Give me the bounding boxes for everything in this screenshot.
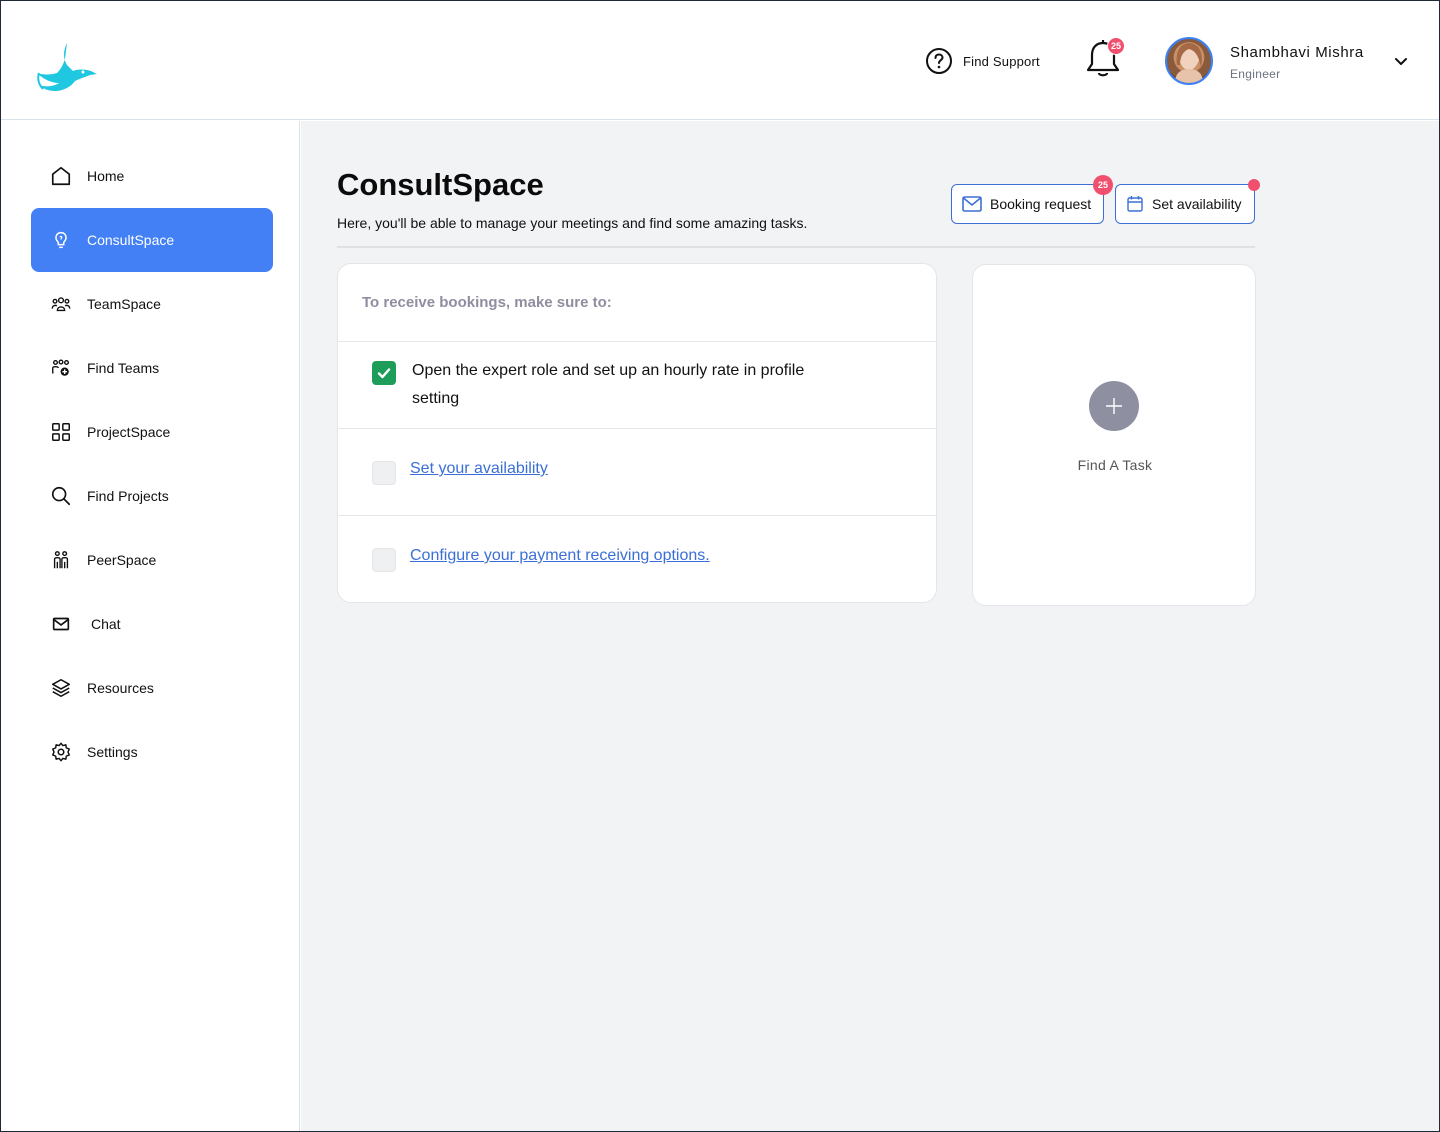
page-title: ConsultSpace <box>337 167 544 202</box>
check-icon <box>377 368 391 379</box>
grid-icon <box>49 420 73 444</box>
checkbox-unchecked[interactable] <box>372 548 396 572</box>
sidebar-item-label: Chat <box>91 616 121 632</box>
sidebar-item-find-teams[interactable]: Find Teams <box>31 336 273 400</box>
sidebar-item-chat[interactable]: Chat <box>31 592 273 656</box>
sidebar-item-teamspace[interactable]: TeamSpace <box>31 272 273 336</box>
avatar <box>1165 37 1213 85</box>
booking-request-button[interactable]: Booking request 25 <box>951 175 1113 224</box>
home-icon <box>49 164 73 188</box>
app-window: Find Support 25 Shambhavi Mishra Enginee… <box>0 0 1440 1132</box>
checklist-item: Configure your payment receiving options… <box>338 516 936 602</box>
sidebar-item-peerspace[interactable]: PeerSpace <box>31 528 273 592</box>
mail-icon <box>962 196 982 212</box>
sidebar: Home ConsultSpace TeamSpace Find Teams P <box>1 121 300 1131</box>
plus-icon <box>1106 398 1122 414</box>
notifications-button[interactable]: 25 <box>1085 37 1125 79</box>
bookings-checklist-card: To receive bookings, make sure to: Open … <box>337 263 937 603</box>
sidebar-item-label: Home <box>87 168 125 184</box>
sidebar-item-label: Find Teams <box>87 360 160 376</box>
booking-count-badge: 25 <box>1093 175 1113 195</box>
booking-request-label: Booking request <box>990 196 1092 212</box>
sidebar-item-label: PeerSpace <box>87 552 157 568</box>
user-menu[interactable]: Shambhavi Mishra Engineer <box>1165 37 1415 87</box>
layers-icon <box>49 676 73 700</box>
user-name: Shambhavi Mishra <box>1230 44 1364 61</box>
checklist-item-text: Open the expert role and set up an hourl… <box>412 362 805 407</box>
notification-count-badge: 25 <box>1107 37 1125 55</box>
sidebar-item-label: ProjectSpace <box>87 424 171 440</box>
chevron-down-icon[interactable] <box>1393 53 1409 69</box>
sidebar-item-label: ConsultSpace <box>87 232 175 248</box>
add-task-button[interactable] <box>1089 381 1139 431</box>
sidebar-item-label: Find Projects <box>87 488 169 504</box>
find-task-card[interactable]: Find A Task <box>972 264 1256 606</box>
sidebar-item-label: TeamSpace <box>87 296 161 312</box>
page-subtitle: Here, you'll be able to manage your meet… <box>337 215 808 231</box>
main-content: ConsultSpace Here, you'll be able to man… <box>301 121 1439 1131</box>
sidebar-item-label: Resources <box>87 680 154 696</box>
sidebar-item-label: Settings <box>87 744 138 760</box>
team-icon <box>49 292 73 316</box>
sidebar-item-consultspace[interactable]: ConsultSpace <box>31 208 273 272</box>
sidebar-item-settings[interactable]: Settings <box>31 720 273 784</box>
set-availability-link[interactable]: Set your availability <box>410 460 548 478</box>
sidebar-item-home[interactable]: Home <box>31 144 273 208</box>
header-divider <box>337 246 1255 248</box>
find-support-button[interactable]: Find Support <box>925 46 1040 76</box>
calendar-icon <box>1127 196 1143 212</box>
find-support-label: Find Support <box>963 53 1040 69</box>
alert-dot <box>1248 179 1260 191</box>
hummingbird-logo-icon[interactable] <box>33 41 99 93</box>
search-icon <box>49 484 73 508</box>
gear-icon <box>49 740 73 764</box>
sidebar-item-projectspace[interactable]: ProjectSpace <box>31 400 273 464</box>
checklist-heading: To receive bookings, make sure to: <box>338 264 936 342</box>
find-teams-icon <box>49 356 73 380</box>
configure-payment-link[interactable]: Configure your payment receiving options… <box>410 547 710 565</box>
checklist-item: Set your availability <box>338 429 936 516</box>
set-availability-button[interactable]: Set availability <box>1115 179 1260 224</box>
sidebar-item-find-projects[interactable]: Find Projects <box>31 464 273 528</box>
mail-icon <box>49 612 73 636</box>
checkbox-checked[interactable] <box>372 361 396 385</box>
find-task-label: Find A Task <box>1077 457 1153 473</box>
help-circle-icon <box>926 48 952 74</box>
checkbox-unchecked[interactable] <box>372 461 396 485</box>
checklist-item: Open the expert role and set up an hourl… <box>338 342 936 429</box>
set-availability-label: Set availability <box>1152 196 1242 212</box>
top-header: Find Support 25 Shambhavi Mishra Enginee… <box>1 1 1439 120</box>
lightbulb-icon <box>49 228 73 252</box>
user-role: Engineer <box>1230 67 1281 81</box>
sidebar-item-resources[interactable]: Resources <box>31 656 273 720</box>
peers-icon <box>49 548 73 572</box>
